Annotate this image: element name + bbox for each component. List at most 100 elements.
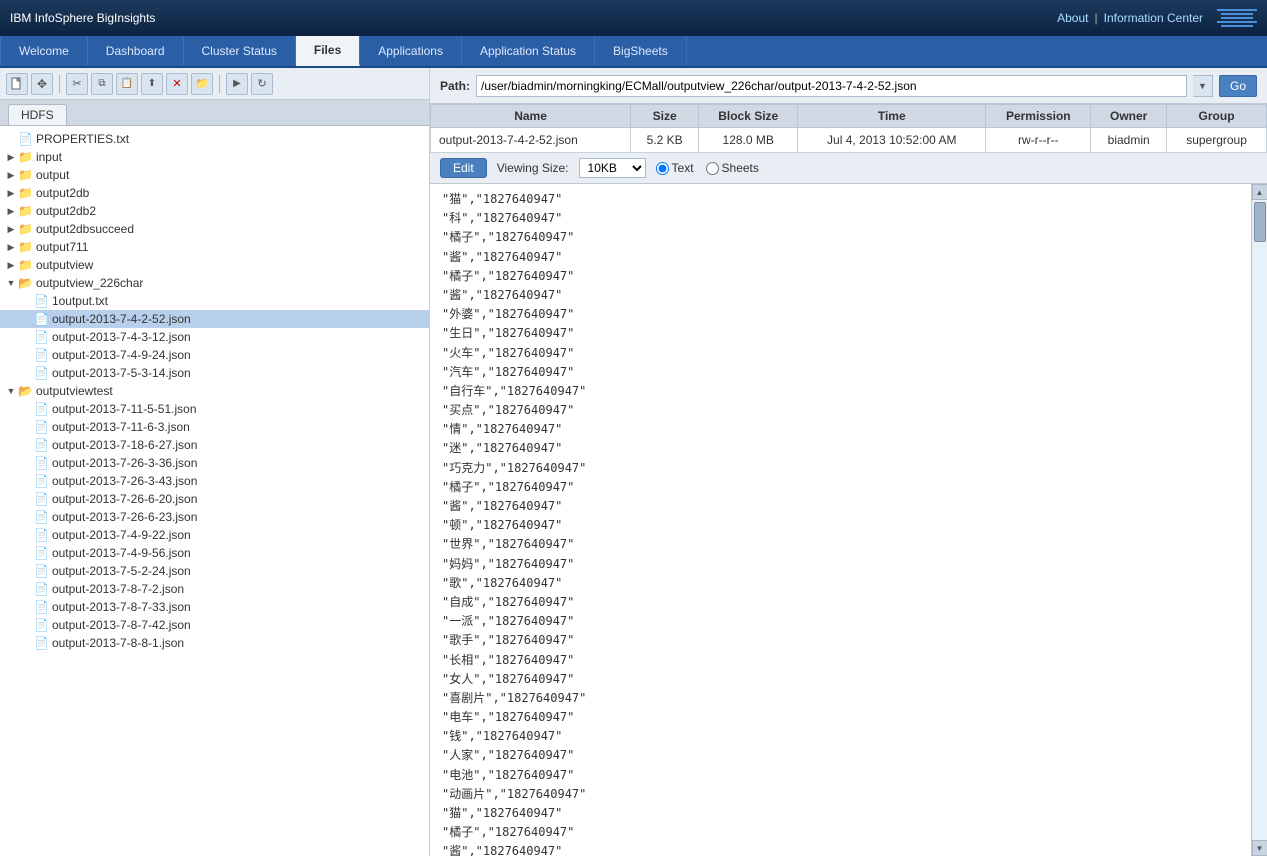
new-file-button[interactable] <box>6 73 28 95</box>
tree-item-output-2013-7-11-6-3[interactable]: 📄output-2013-7-11-6-3.json <box>0 418 429 436</box>
tree-item-label: output-2013-7-26-3-36.json <box>52 456 197 470</box>
tree-item-output-2013-7-18-6-27[interactable]: 📄output-2013-7-18-6-27.json <box>0 436 429 454</box>
text-mode-radio[interactable]: Text <box>656 161 694 175</box>
delete-button[interactable]: ✕ <box>166 73 188 95</box>
command-button[interactable]: ▶ <box>226 73 248 95</box>
sheets-mode-label: Sheets <box>722 161 759 175</box>
content-line: "人家","1827640947" <box>442 746 1239 765</box>
file-table-cell-time: Jul 4, 2013 10:52:00 AM <box>798 128 986 153</box>
tree-toggle-icon[interactable]: ▶ <box>4 222 18 236</box>
scroll-down-button[interactable]: ▼ <box>1252 840 1267 856</box>
tree-item-input[interactable]: ▶📁input <box>0 148 429 166</box>
tab-applications[interactable]: Applications <box>360 36 462 66</box>
tree-item-label: outputview_226char <box>36 276 143 290</box>
info-center-link[interactable]: Information Center <box>1104 11 1203 25</box>
upload-button[interactable]: ⬆ <box>141 73 163 95</box>
tree-item-output2dbsucceed[interactable]: ▶📁output2dbsucceed <box>0 220 429 238</box>
file-table-body: output-2013-7-4-2-52.json5.2 KB128.0 MBJ… <box>431 128 1267 153</box>
tree-item-properties[interactable]: 📄PROPERTIES.txt <box>0 130 429 148</box>
new-folder-button[interactable]: 📁 <box>191 73 213 95</box>
tab-bigsheets[interactable]: BigSheets <box>595 36 687 66</box>
copy-button[interactable]: ⧉ <box>91 73 113 95</box>
tree-item-output-2013-7-4-2-52[interactable]: 📄output-2013-7-4-2-52.json <box>0 310 429 328</box>
tab-welcome[interactable]: Welcome <box>0 36 88 66</box>
file-icon: 📄 <box>34 618 49 632</box>
tree-indent <box>0 618 20 632</box>
tree-item-output-2013-7-26-3-43[interactable]: 📄output-2013-7-26-3-43.json <box>0 472 429 490</box>
tab-cluster-status[interactable]: Cluster Status <box>184 36 296 66</box>
go-button[interactable]: Go <box>1219 75 1257 97</box>
topbar-links: About | Information Center <box>1057 9 1257 27</box>
viewing-size-select[interactable]: 10KB 50KB 100KB <box>579 158 646 178</box>
tree-toggle-icon[interactable]: ▼ <box>4 384 18 398</box>
tree-toggle-icon[interactable]: ▶ <box>4 168 18 182</box>
file-icon: 📄 <box>34 582 49 596</box>
scroll-track[interactable] <box>1253 200 1267 840</box>
about-link[interactable]: About <box>1057 11 1088 25</box>
content-line: "电池","1827640947" <box>442 766 1239 785</box>
tree-item-output-2013-7-4-9-22[interactable]: 📄output-2013-7-4-9-22.json <box>0 526 429 544</box>
tree-item-output-2013-7-26-3-36[interactable]: 📄output-2013-7-26-3-36.json <box>0 454 429 472</box>
tree-item-outputview[interactable]: ▶📁outputview <box>0 256 429 274</box>
cut-icon: ✂ <box>72 77 81 90</box>
tree-toggle-icon[interactable]: ▶ <box>4 258 18 272</box>
tree-item-output-2013-7-5-3-14[interactable]: 📄output-2013-7-5-3-14.json <box>0 364 429 382</box>
tree-item-output2db[interactable]: ▶📁output2db <box>0 184 429 202</box>
tree-item-output-2013-7-5-2-24[interactable]: 📄output-2013-7-5-2-24.json <box>0 562 429 580</box>
sheets-mode-radio[interactable]: Sheets <box>706 161 759 175</box>
tree-item-output-2013-7-8-8-1[interactable]: 📄output-2013-7-8-8-1.json <box>0 634 429 652</box>
tree-item-output-2013-7-4-3-12[interactable]: 📄output-2013-7-4-3-12.json <box>0 328 429 346</box>
file-content[interactable]: "猫","1827640947""科","1827640947""橘子","18… <box>430 184 1251 856</box>
tree-item-output-2013-7-8-7-2[interactable]: 📄output-2013-7-8-7-2.json <box>0 580 429 598</box>
scroll-thumb[interactable] <box>1254 202 1266 242</box>
tree-toggle-icon[interactable]: ▶ <box>4 204 18 218</box>
file-icon: 📄 <box>34 420 49 434</box>
file-tree[interactable]: 📄PROPERTIES.txt ▶📁input ▶📁output ▶📁outpu… <box>0 126 429 856</box>
tree-toggle-icon[interactable]: ▶ <box>4 150 18 164</box>
path-input[interactable] <box>476 75 1187 97</box>
tab-dashboard[interactable]: Dashboard <box>88 36 184 66</box>
cut-button[interactable]: ✂ <box>66 73 88 95</box>
content-line: "橘子","1827640947" <box>442 478 1239 497</box>
edit-button[interactable]: Edit <box>440 158 487 178</box>
tree-item-output-2013-7-11-5-51[interactable]: 📄output-2013-7-11-5-51.json <box>0 400 429 418</box>
tree-item-output-2013-7-8-7-33[interactable]: 📄output-2013-7-8-7-33.json <box>0 598 429 616</box>
tree-indent <box>0 636 20 650</box>
move-button[interactable]: ✥ <box>31 73 53 95</box>
tree-item-output-2013-7-26-6-20[interactable]: 📄output-2013-7-26-6-20.json <box>0 490 429 508</box>
tree-item-output-2013-7-8-7-42[interactable]: 📄output-2013-7-8-7-42.json <box>0 616 429 634</box>
tree-item-outputview_226char[interactable]: ▼📂outputview_226char <box>0 274 429 292</box>
content-line: "猫","1827640947" <box>442 804 1239 823</box>
refresh-button[interactable]: ↻ <box>251 73 273 95</box>
tree-toggle-icon[interactable]: ▼ <box>4 276 18 290</box>
scrollbar[interactable]: ▲ ▼ <box>1251 184 1267 856</box>
scroll-up-button[interactable]: ▲ <box>1252 184 1267 200</box>
file-icon: 📄 <box>34 366 49 380</box>
path-dropdown-button[interactable]: ▼ <box>1193 75 1213 97</box>
col-size: Size <box>631 105 699 128</box>
tab-application-status[interactable]: Application Status <box>462 36 595 66</box>
file-table-header: Name Size Block Size Time Permission Own… <box>431 105 1267 128</box>
content-line: "顿","1827640947" <box>442 516 1239 535</box>
tree-item-output2db2[interactable]: ▶📁output2db2 <box>0 202 429 220</box>
tree-indent <box>0 474 20 488</box>
content-line: "情","1827640947" <box>442 420 1239 439</box>
tree-item-label: output-2013-7-4-2-52.json <box>52 312 191 326</box>
tree-item-output[interactable]: ▶📁output <box>0 166 429 184</box>
tree-toggle-icon[interactable]: ▶ <box>4 186 18 200</box>
file-table-cell-name: output-2013-7-4-2-52.json <box>431 128 631 153</box>
tree-item-output-2013-7-4-9-24[interactable]: 📄output-2013-7-4-9-24.json <box>0 346 429 364</box>
paste-button[interactable]: 📋 <box>116 73 138 95</box>
tree-item-output-2013-7-26-6-23[interactable]: 📄output-2013-7-26-6-23.json <box>0 508 429 526</box>
hdfs-tab[interactable]: HDFS <box>8 104 67 125</box>
tree-item-output-2013-7-4-9-56[interactable]: 📄output-2013-7-4-9-56.json <box>0 544 429 562</box>
tree-item-output711[interactable]: ▶📁output711 <box>0 238 429 256</box>
tab-files[interactable]: Files <box>296 36 360 66</box>
tree-toggle-icon[interactable]: ▶ <box>4 240 18 254</box>
content-line: "自行车","1827640947" <box>442 382 1239 401</box>
tree-item-label: output-2013-7-8-7-42.json <box>52 618 191 632</box>
file-table-row[interactable]: output-2013-7-4-2-52.json5.2 KB128.0 MBJ… <box>431 128 1267 153</box>
file-table-cell-owner: biadmin <box>1091 128 1167 153</box>
tree-item-outputviewtest[interactable]: ▼📂outputviewtest <box>0 382 429 400</box>
tree-item-1output[interactable]: 📄1output.txt <box>0 292 429 310</box>
